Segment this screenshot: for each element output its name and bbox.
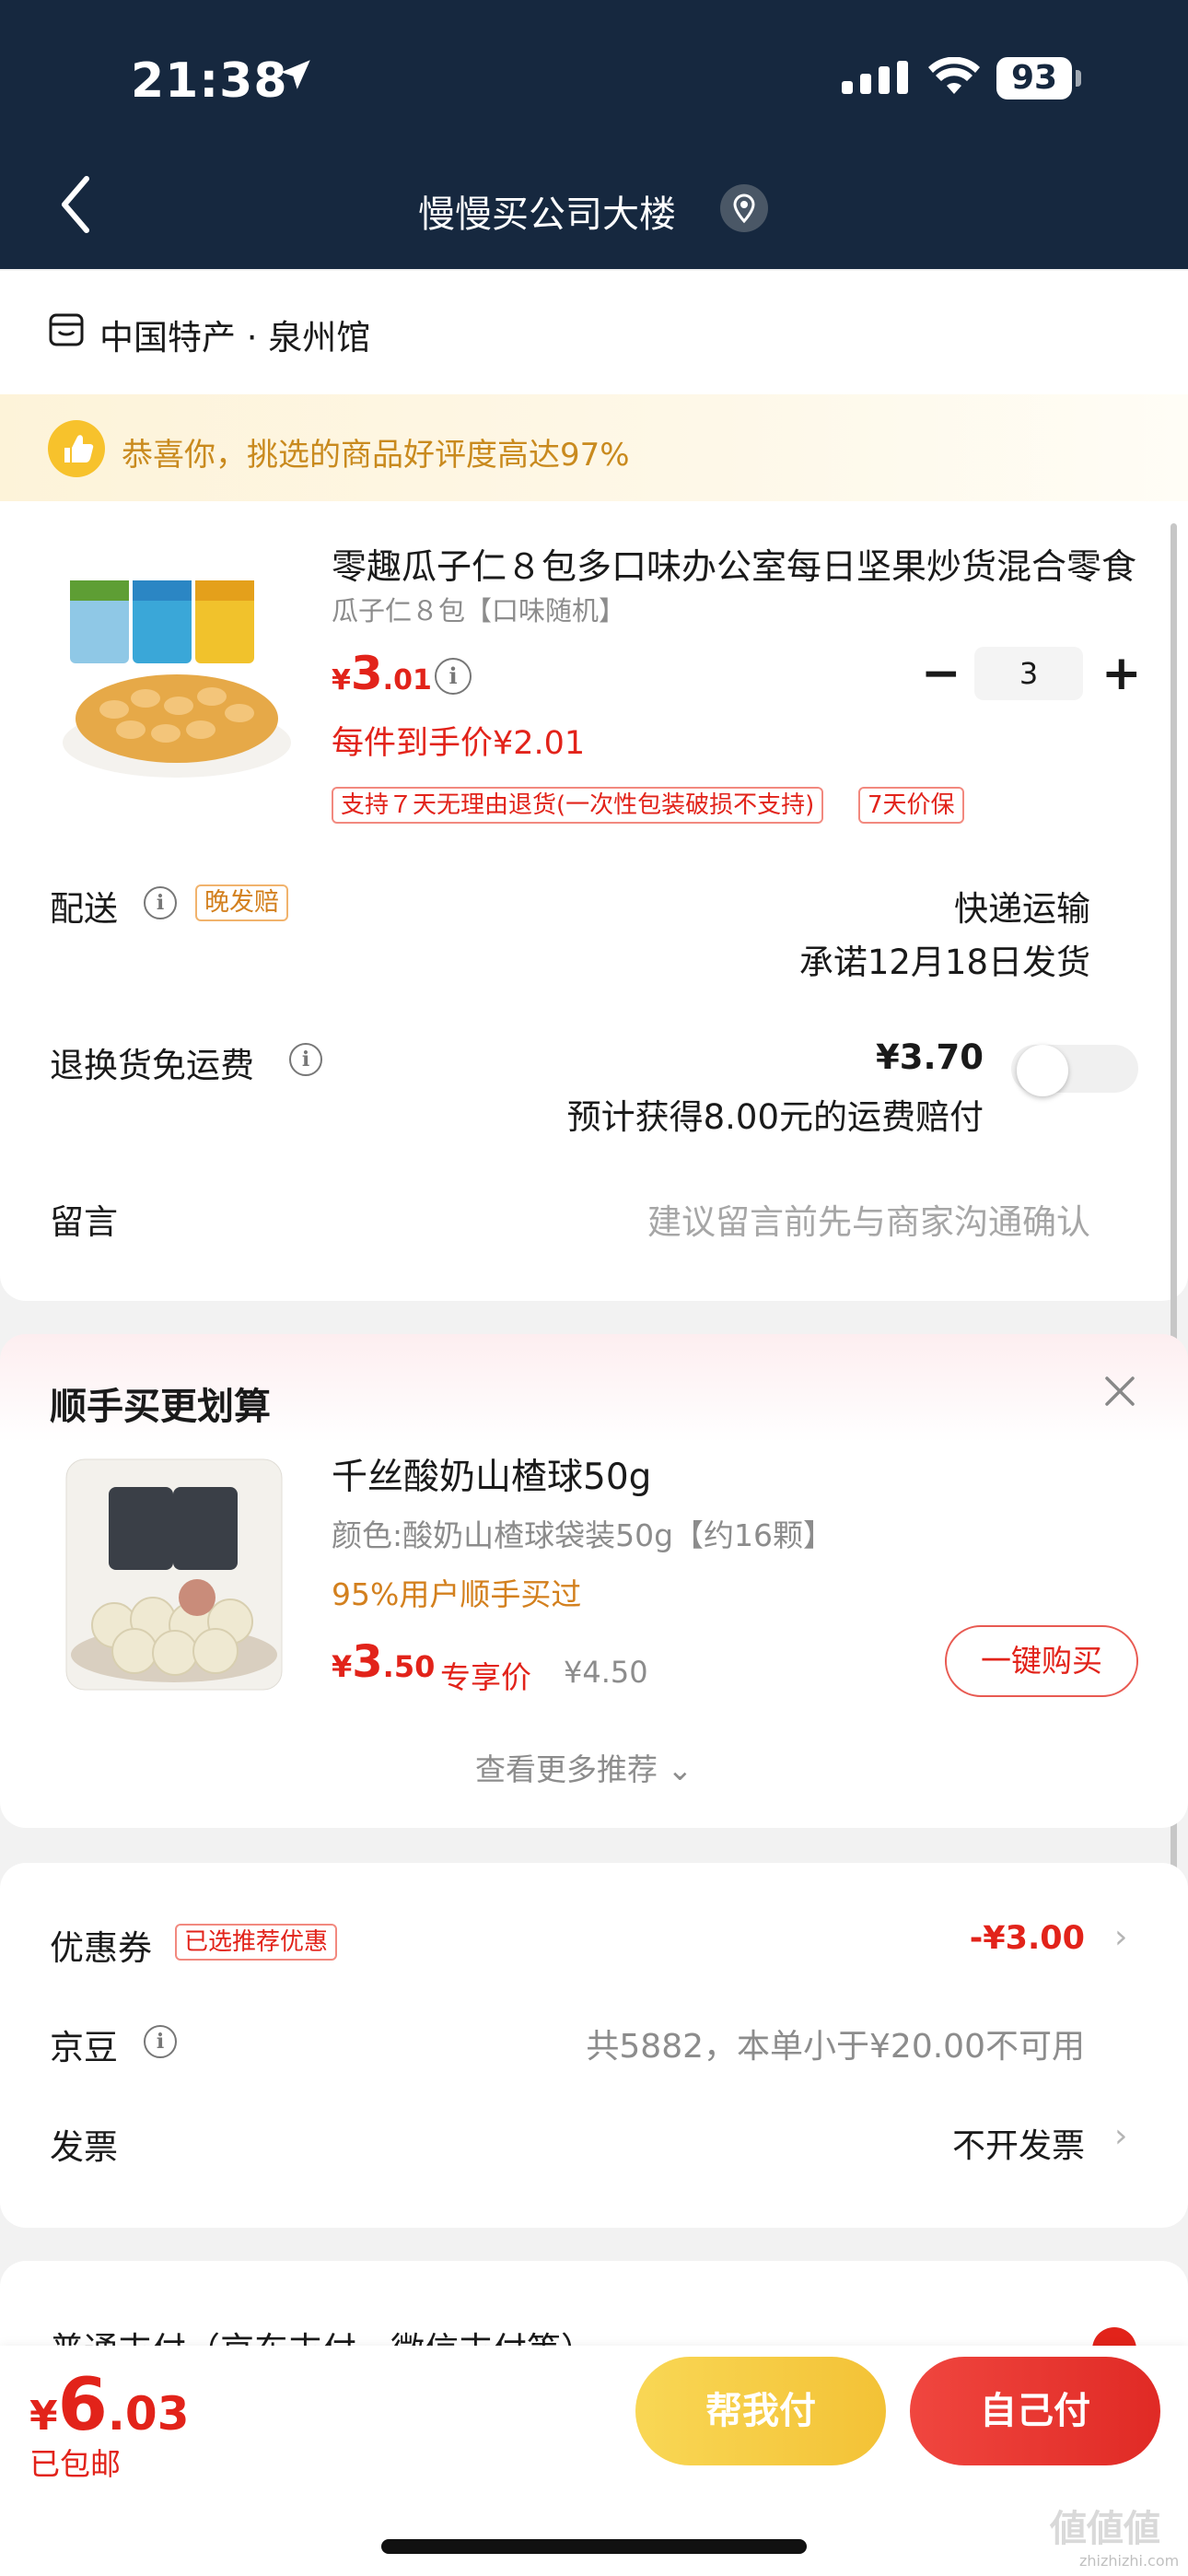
coupon-selected-tag: 已选推荐优惠 (175, 1924, 338, 1961)
delivery-promise: 承诺12月18日发货 (798, 943, 1090, 982)
message-input[interactable]: 建议留言前先与商家沟通确认 (647, 1194, 1090, 1244)
total-integer: 6 (57, 2364, 108, 2447)
home-indicator[interactable] (381, 2539, 807, 2554)
location-pin-icon[interactable] (720, 184, 768, 232)
wifi-icon (926, 56, 982, 101)
rec-price-integer: 3 (352, 1636, 383, 1688)
final-price: 每件到手价¥2.01 (332, 725, 586, 762)
cellular-signal-icon (842, 61, 912, 98)
late-compensation-tag: 晚发赔 (195, 884, 288, 921)
self-pay-button[interactable]: 自己付 (910, 2357, 1160, 2465)
total-price: ¥6.03 (29, 2364, 189, 2447)
product-spec[interactable]: 瓜子仁８包【口味随机】 (332, 590, 625, 628)
invoice-value[interactable]: 不开发票 (952, 2119, 1085, 2167)
rec-price-currency: ¥ (332, 1649, 353, 1684)
invoice-label: 发票 (50, 2127, 118, 2167)
watermark-url: zhizhizhi.com (1079, 2552, 1180, 2570)
recommendation-title: 顺手买更划算 (50, 1386, 271, 1428)
coupon-label: 优惠券 (50, 1928, 152, 1968)
thumbs-up-icon (48, 420, 105, 477)
rec-price-decimal: .50 (382, 1649, 436, 1684)
recommendation-spec: 颜色:酸奶山楂球袋装50g【约16颗】 (332, 1517, 834, 1553)
return-shipping-info-icon[interactable]: i (289, 1043, 322, 1076)
original-price: ¥4.50 (564, 1655, 648, 1690)
delivery-label: 配送 (50, 889, 118, 929)
coupon-value[interactable]: -¥3.00 (970, 1920, 1085, 1957)
recommendation-image[interactable] (50, 1450, 298, 1699)
battery-icon: 93 (996, 57, 1072, 100)
back-arrow-icon[interactable] (59, 175, 92, 238)
price-info-icon[interactable]: i (435, 658, 472, 695)
return-policy-tag: 支持７天无理由退货(一次性包装破损不支持) (332, 787, 824, 824)
recommendation-name[interactable]: 千丝酸奶山楂球50g (332, 1448, 651, 1500)
help-pay-button[interactable]: 帮我付 (635, 2357, 886, 2465)
product-image[interactable] (50, 553, 300, 794)
watermark-logo: 値値値 (1050, 2508, 1160, 2550)
price-currency: ¥ (332, 664, 351, 697)
recommendation-popularity: 95%用户顺手买过 (332, 1576, 582, 1612)
see-more-recommendations[interactable]: 查看更多推荐 ⌄ (475, 1745, 693, 1789)
message-label: 留言 (50, 1202, 118, 1242)
delivery-method[interactable]: 快递运输 (954, 881, 1090, 931)
return-shipping-price: ¥3.70 (875, 1037, 984, 1077)
close-icon[interactable] (1101, 1373, 1138, 1413)
jingdou-info-icon[interactable]: i (144, 2025, 177, 2058)
store-icon (48, 311, 85, 352)
quantity-plus-button[interactable]: + (1101, 650, 1142, 697)
product-title[interactable]: 零趣瓜子仁８包多口味办公室每日坚果炒货混合零食 (332, 538, 1142, 589)
total-decimal: .03 (107, 2387, 190, 2441)
price-protect-tag: 7天价保 (858, 787, 964, 824)
status-time: 21:38 (131, 53, 288, 109)
delivery-info-icon[interactable]: i (144, 886, 177, 919)
location-arrow-icon (276, 55, 315, 98)
quantity-minus-button[interactable]: − (921, 650, 961, 697)
store-name[interactable]: 中国特产 · 泉州馆 (99, 310, 370, 359)
product-price: ¥3.01 (332, 647, 432, 700)
recommendation-price: ¥3.50 (332, 1636, 435, 1688)
price-integer: 3 (350, 647, 383, 700)
price-decimal: .01 (382, 664, 432, 697)
return-shipping-label: 退换货免运费 (50, 1046, 254, 1085)
jingdou-note: 共5882，本单小于¥20.00不可用 (586, 2028, 1085, 2066)
jingdou-label: 京豆 (50, 2028, 118, 2067)
return-shipping-note: 预计获得8.00元的运费赔付 (566, 1097, 984, 1137)
quantity-input[interactable]: 3 (974, 647, 1083, 700)
exclusive-price-label: 专享价 (440, 1659, 531, 1695)
free-shipping-label: 已包邮 (29, 2446, 121, 2482)
one-click-buy-button[interactable]: 一键购买 (945, 1625, 1138, 1697)
praise-text: 恭喜你，挑选的商品好评度高达97% (122, 437, 630, 474)
address-title[interactable]: 慢慢买公司大楼 (418, 184, 676, 238)
coupon-chevron-icon[interactable]: › (1114, 1918, 1127, 1956)
invoice-chevron-icon[interactable]: › (1114, 2117, 1127, 2155)
total-currency: ¥ (29, 2393, 58, 2440)
battery-nub (1076, 70, 1081, 87)
toggle-knob[interactable] (1017, 1045, 1068, 1096)
